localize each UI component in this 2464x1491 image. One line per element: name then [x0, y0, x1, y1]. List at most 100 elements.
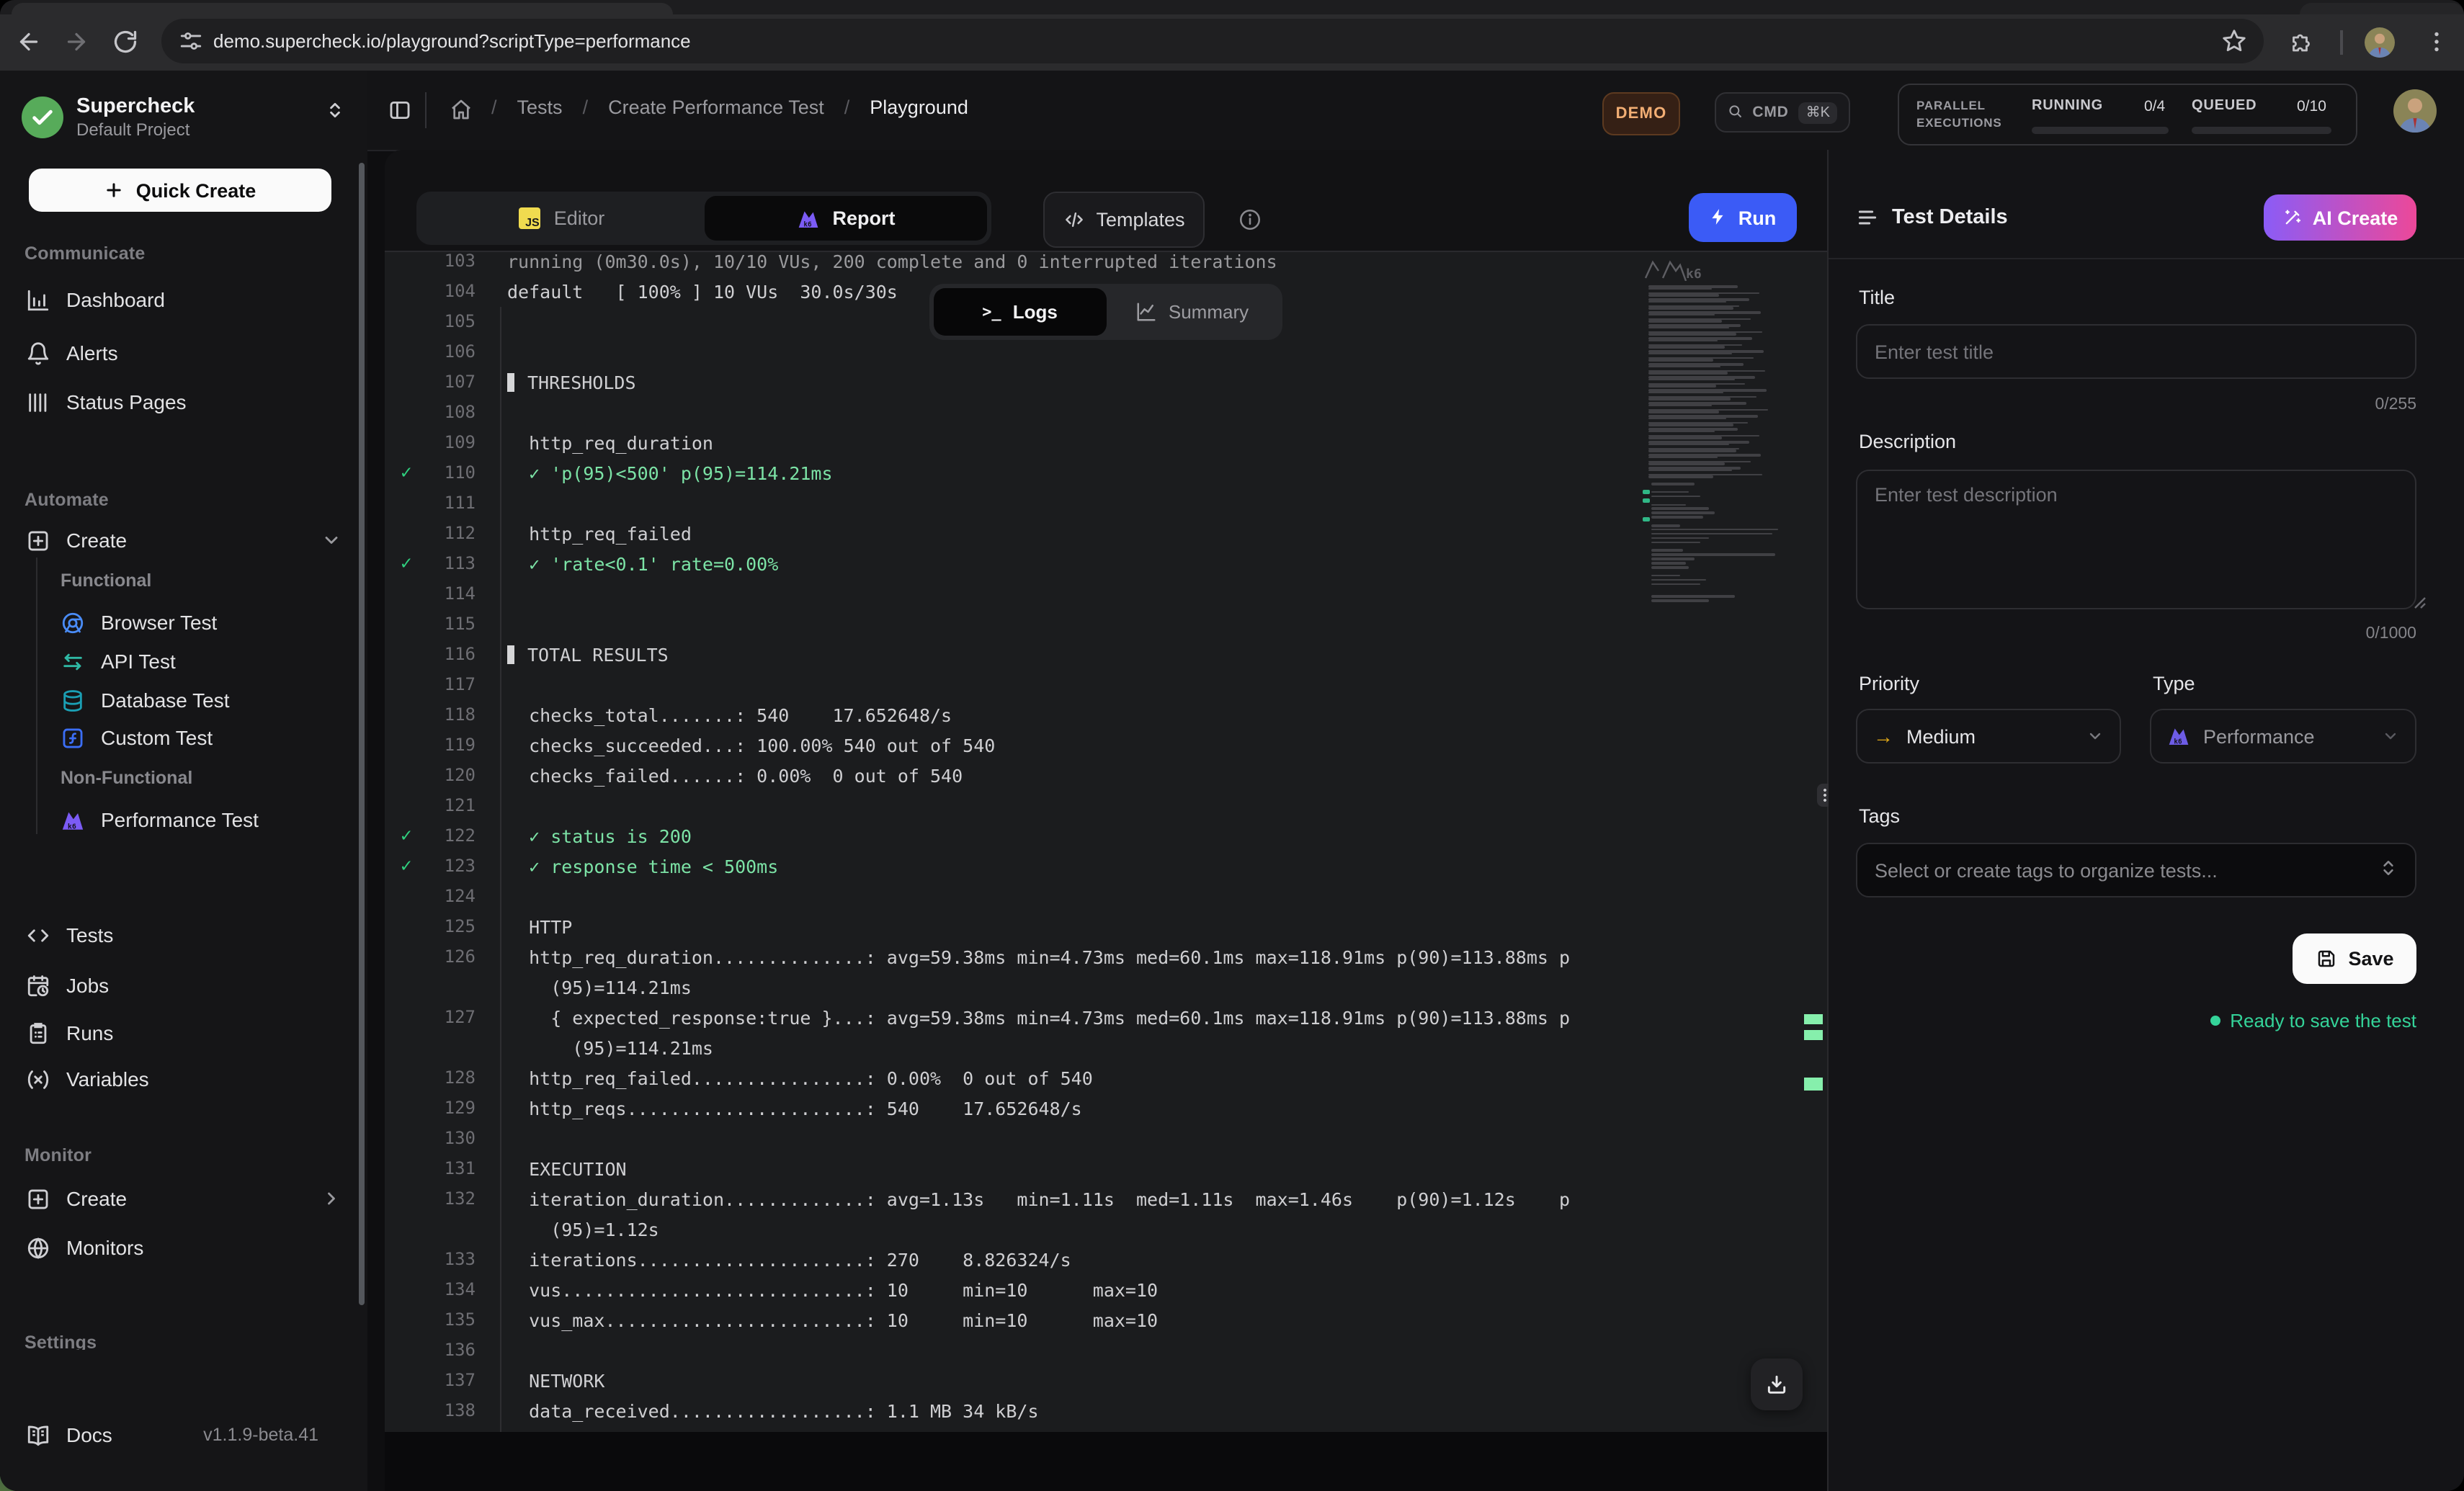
download-logs-button[interactable]: [1751, 1358, 1803, 1410]
sidebar-item-monitors[interactable]: Monitors: [26, 1230, 143, 1265]
project-switcher-icon[interactable]: [326, 101, 344, 125]
templates-button[interactable]: Templates: [1043, 192, 1205, 248]
sidebar-item-performance-test[interactable]: k6 Performance Test: [61, 802, 259, 837]
browser-active-tab[interactable]: [12, 3, 673, 14]
playground-card: JS Editor k6 Report Templates Run 103run…: [385, 150, 2464, 1491]
terminal-line: 108: [385, 397, 1827, 427]
tab-editor[interactable]: JS Editor: [421, 196, 703, 241]
url-text[interactable]: demo.supercheck.io/playground?scriptType…: [213, 19, 691, 63]
toggle-summary[interactable]: Summary: [1106, 288, 1278, 336]
sidebar-item-runs[interactable]: Runs: [26, 1016, 113, 1050]
user-avatar[interactable]: [2393, 89, 2437, 133]
calendar-clock-icon: [26, 973, 50, 998]
title-input[interactable]: [1856, 324, 2416, 379]
minimap-line: [1648, 382, 1745, 385]
bookmark-star-icon[interactable]: [2220, 27, 2248, 55]
minimap-line: [1651, 533, 1772, 535]
terminal-line: 136: [385, 1335, 1827, 1365]
priority-value: Medium: [1906, 725, 1976, 747]
run-button[interactable]: Run: [1689, 193, 1797, 242]
sidebar-item-variables[interactable]: Variables: [26, 1062, 149, 1096]
sidebar-item-api-test[interactable]: API Test: [61, 644, 176, 679]
ai-create-button[interactable]: AI Create: [2264, 194, 2416, 241]
line-number: 115: [411, 609, 476, 639]
minimap-line: [1648, 357, 1754, 359]
running-progress-bar: [2032, 127, 2169, 134]
browser-profile-avatar[interactable]: [2365, 27, 2395, 58]
details-title: Test Details: [1892, 206, 2008, 229]
sidebar-item-status-pages[interactable]: Status Pages: [26, 385, 187, 419]
minimap[interactable]: k6: [1640, 259, 1795, 605]
toggle-logs[interactable]: >_ Logs: [934, 288, 1106, 336]
line-text: http_reqs......................: 540 17.…: [507, 1093, 1082, 1123]
type-select[interactable]: k6 Performance: [2150, 709, 2416, 764]
line-number: 113: [411, 548, 476, 578]
line-number: 131: [411, 1153, 476, 1183]
globe-icon: [26, 1235, 50, 1260]
report-terminal[interactable]: 103running (0m30.0s), 10/10 VUs, 200 com…: [385, 251, 1827, 1433]
quick-create-button[interactable]: Quick Create: [29, 169, 331, 212]
sidebar-item-create-monitor[interactable]: Create: [26, 1181, 342, 1216]
save-button[interactable]: Save: [2293, 933, 2416, 984]
minimap-line: [1648, 418, 1726, 420]
breadcrumb-create-performance-test[interactable]: Create Performance Test: [608, 97, 824, 118]
sidebar-item-custom-test[interactable]: Custom Test: [61, 720, 213, 755]
reload-icon[interactable]: [112, 29, 138, 55]
wand-icon: [2282, 207, 2303, 228]
tags-select[interactable]: Select or create tags to organize tests.…: [1856, 843, 2416, 897]
sidebar-item-tests[interactable]: Tests: [26, 918, 113, 952]
columns-icon: [26, 390, 50, 414]
line-number: 107: [411, 367, 476, 397]
forward-icon[interactable]: [63, 29, 89, 55]
priority-select[interactable]: → Medium: [1856, 709, 2121, 764]
info-icon[interactable]: [1238, 207, 1262, 232]
textarea-resize-icon[interactable]: [2414, 596, 2427, 609]
command-palette-button[interactable]: CMD ⌘K: [1715, 92, 1850, 133]
terminal-line: 133 iterations.....................: 270…: [385, 1244, 1827, 1274]
sidebar-scrollbar[interactable]: [359, 163, 365, 1305]
url-bar[interactable]: demo.supercheck.io/playground?scriptType…: [161, 19, 2264, 63]
browser-tab-strip: [0, 0, 2464, 14]
section-block-icon: [507, 372, 514, 391]
site-settings-icon[interactable]: [179, 29, 203, 53]
line-text: HTTP: [507, 911, 572, 941]
sidebar-item-docs[interactable]: Docs v1.1.9-beta.41: [26, 1418, 343, 1452]
sidebar-item-jobs[interactable]: Jobs: [26, 968, 109, 1003]
sidebar-toggle-icon[interactable]: [388, 98, 412, 122]
tab-report[interactable]: k6 Report: [705, 196, 987, 241]
sidebar-item-dashboard[interactable]: Dashboard: [26, 282, 165, 317]
sidebar-label: Docs: [66, 1423, 112, 1446]
browser-tab-secondary[interactable]: [2300, 3, 2464, 14]
browser-menu-icon[interactable]: [2424, 29, 2450, 55]
breadcrumb-tests[interactable]: Tests: [517, 97, 563, 118]
bar-chart-icon: [26, 287, 50, 312]
terminal-line: 118 checks_total.......: 540 17.652648/s: [385, 699, 1827, 730]
terminal-line: 130: [385, 1123, 1827, 1153]
tree-indent-line: [36, 558, 37, 834]
scroll-marker-green: [1804, 1030, 1823, 1040]
minimap-line: [1648, 314, 1715, 316]
minimap-line: [1648, 350, 1764, 352]
line-text: default [ 100% ] 10 VUs 30.0s/30s: [507, 276, 898, 306]
terminal-line: 109 http_req_duration: [385, 427, 1827, 457]
minimap-line: [1648, 385, 1716, 388]
tab-label: Report: [833, 207, 896, 229]
variables-icon: [26, 1067, 50, 1091]
minimap-line: [1648, 402, 1746, 404]
back-icon[interactable]: [16, 29, 42, 55]
desktop: demo.supercheck.io/playground?scriptType…: [0, 0, 2464, 1491]
sidebar-item-alerts[interactable]: Alerts: [26, 336, 118, 370]
description-textarea[interactable]: [1856, 470, 2416, 609]
home-icon[interactable]: [450, 98, 473, 121]
section-settings: Settings: [24, 1333, 97, 1350]
sidebar-item-create-automate[interactable]: Create: [26, 523, 342, 558]
terminal-line: 125 HTTP: [385, 911, 1827, 941]
minimap-line: [1648, 359, 1713, 362]
sidebar-item-database-test[interactable]: Database Test: [61, 683, 230, 717]
minimap-line: [1648, 473, 1762, 475]
line-text: ✓ status is 200: [507, 820, 692, 851]
minimap-line: [1648, 298, 1749, 300]
extensions-icon[interactable]: [2288, 33, 2314, 59]
sidebar-item-browser-test[interactable]: Browser Test: [61, 605, 217, 640]
terminal-line: 132 iteration_duration.............: avg…: [385, 1183, 1827, 1214]
